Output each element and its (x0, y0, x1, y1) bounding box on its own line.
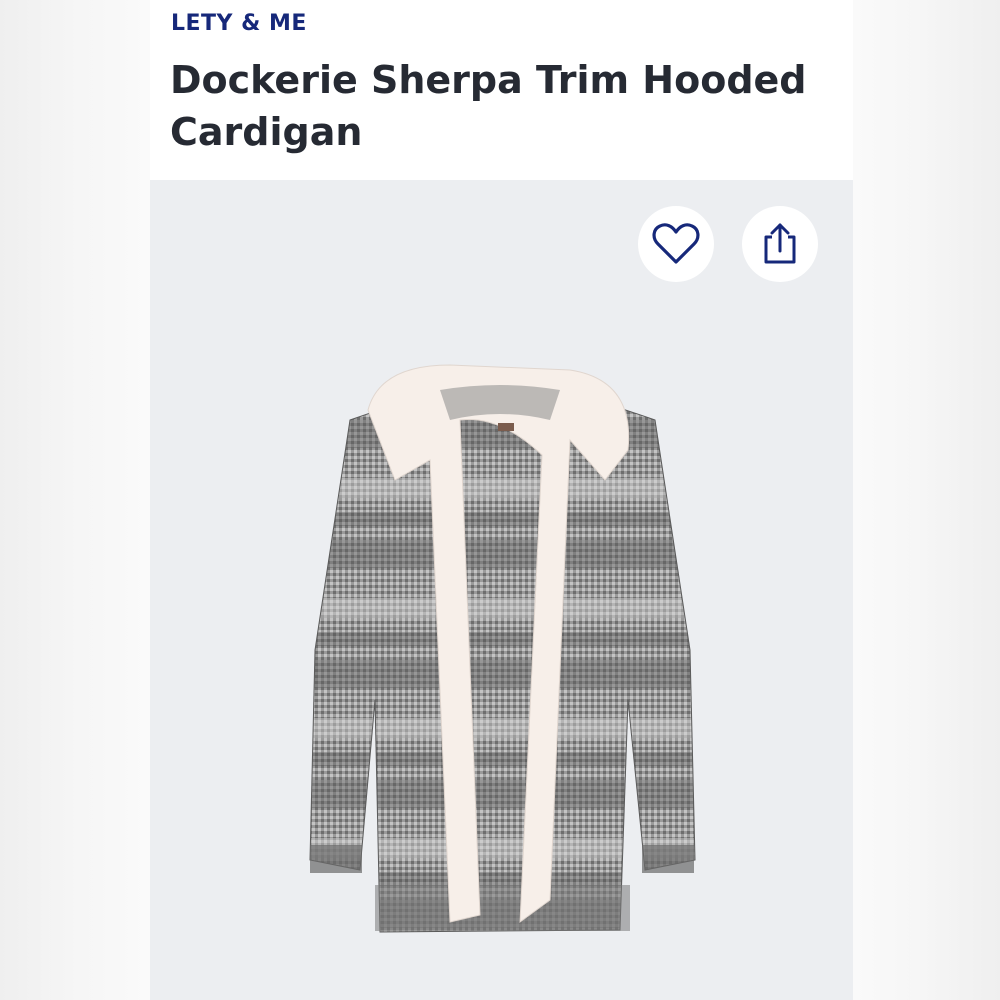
favorite-button[interactable] (638, 206, 714, 282)
cardigan-illustration (309, 364, 696, 933)
product-title: Dockerie Sherpa Trim Hooded Cardigan (170, 58, 807, 154)
product-image[interactable] (150, 180, 853, 1000)
share-upload-icon (764, 223, 796, 264)
product-screen: LETY & ME Dockerie Sherpa Trim Hooded Ca… (150, 0, 853, 1000)
share-button[interactable] (742, 206, 818, 282)
heart-outline-icon (652, 223, 700, 264)
product-header: LETY & ME Dockerie Sherpa Trim Hooded Ca… (150, 0, 853, 180)
brand-name[interactable]: LETY & ME (171, 11, 307, 36)
